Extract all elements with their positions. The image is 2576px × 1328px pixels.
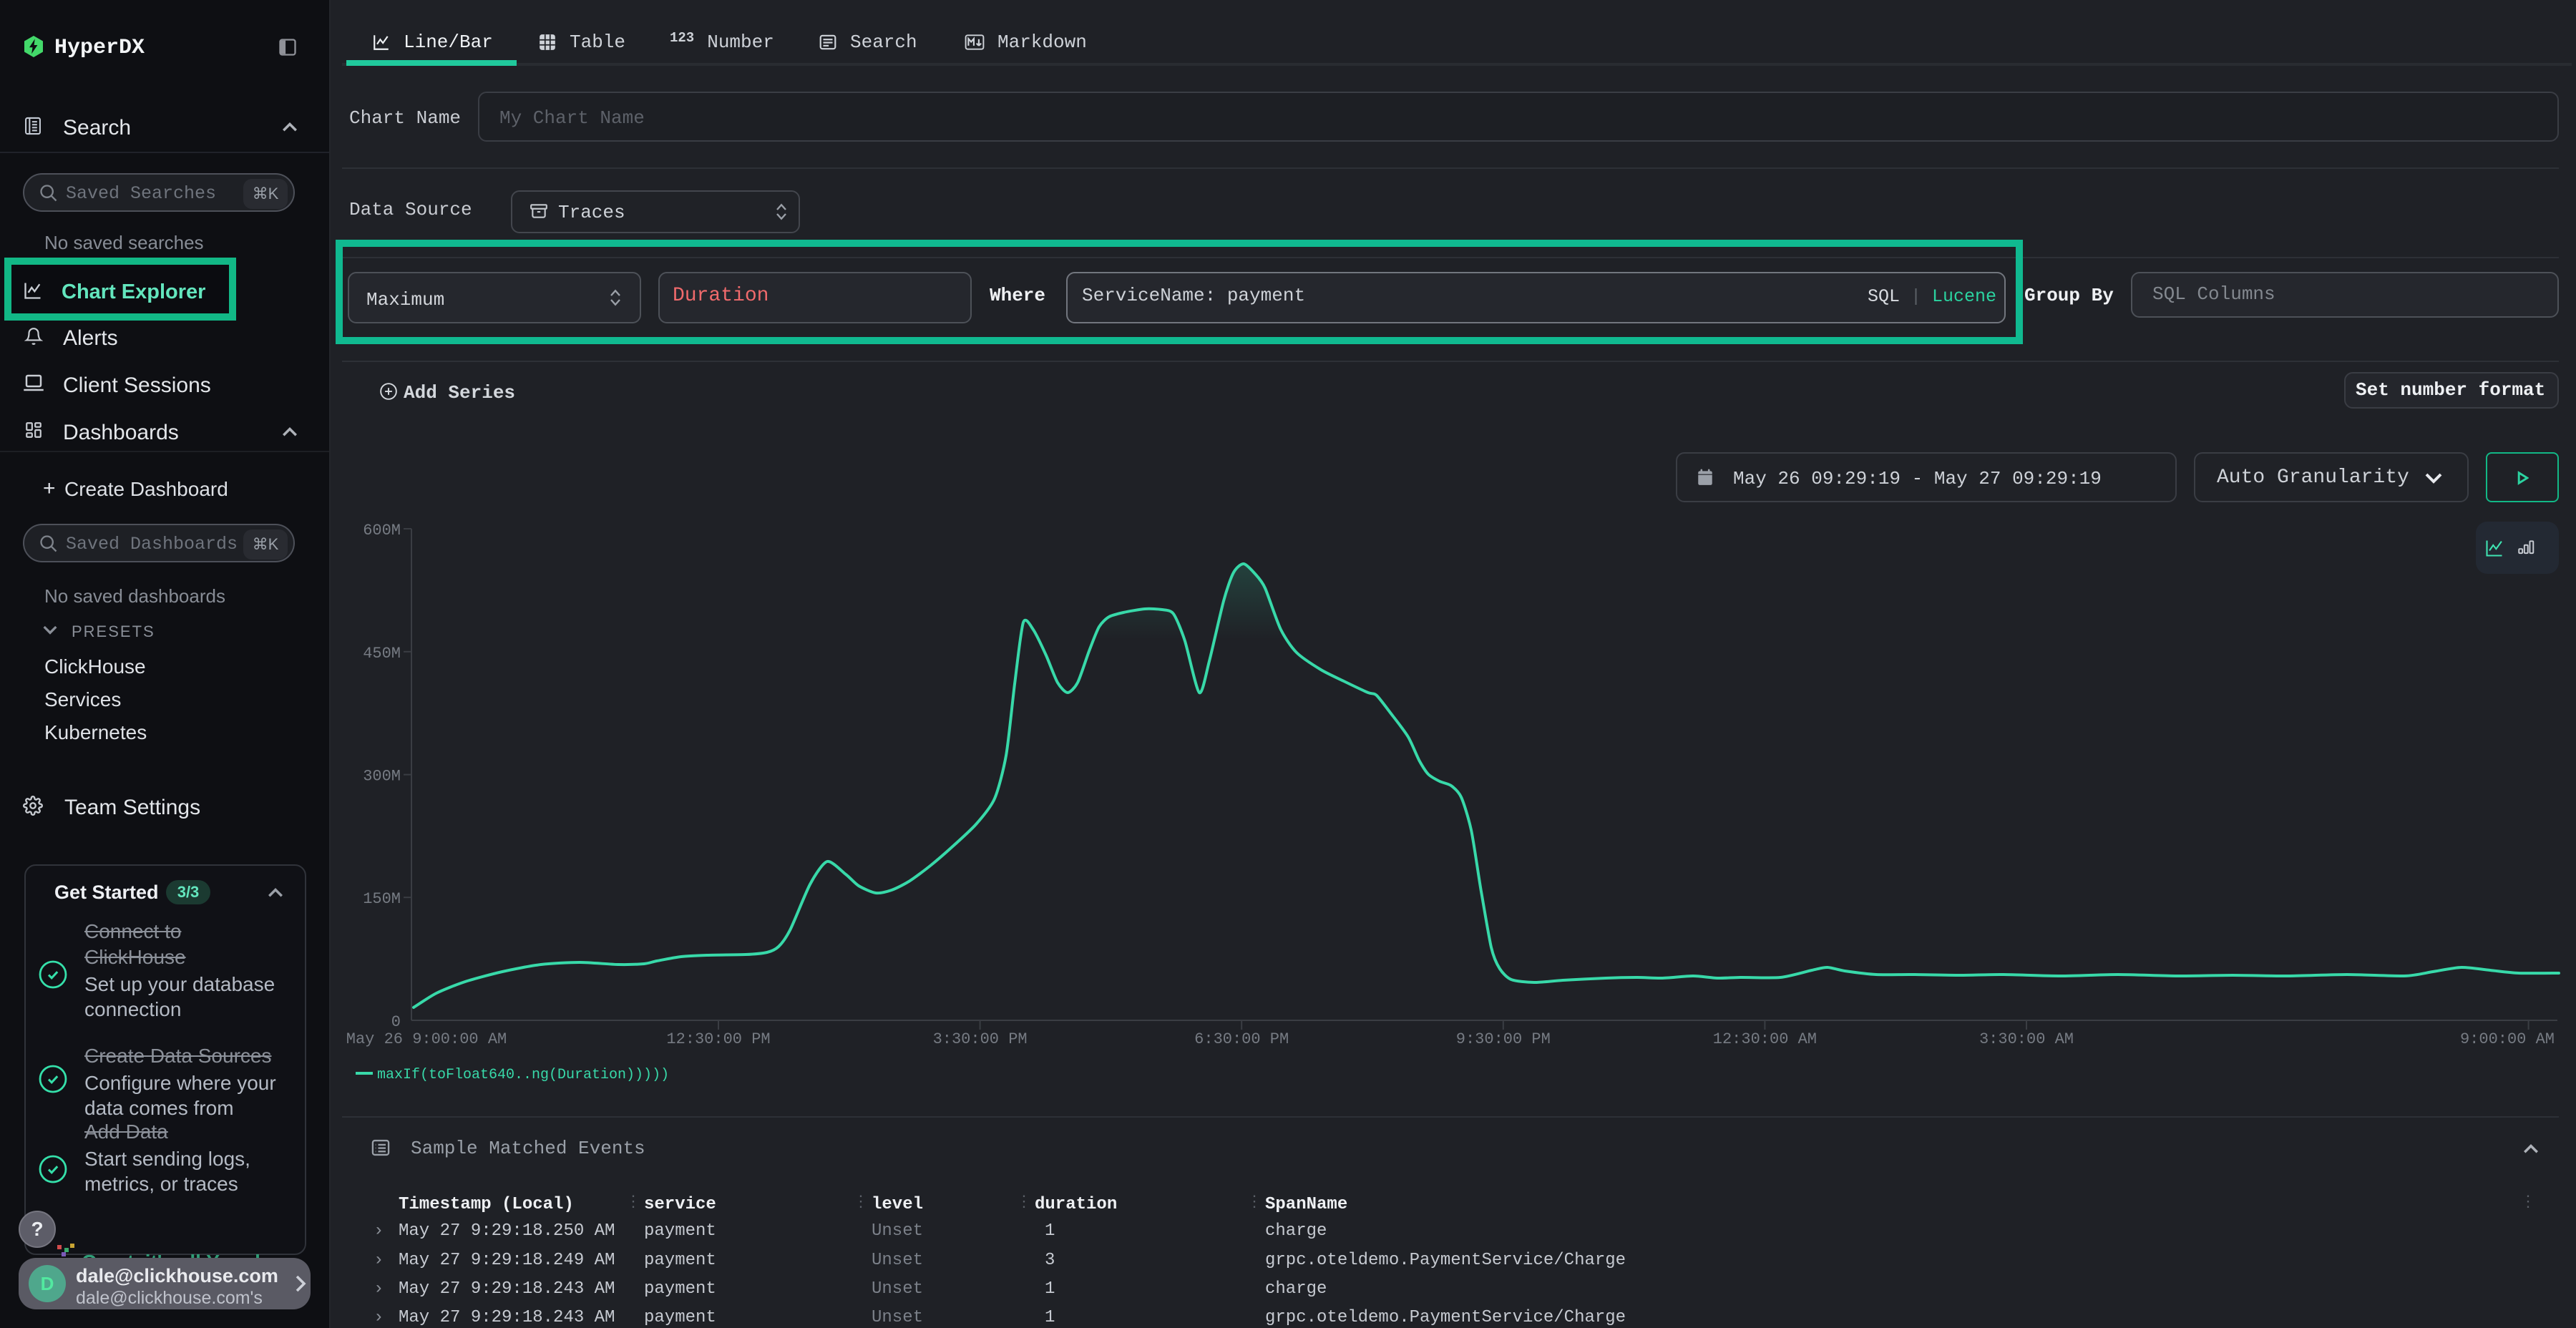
svg-text:6:30:00 PM: 6:30:00 PM [1194,1030,1289,1048]
svg-text:12:30:00 PM: 12:30:00 PM [666,1030,770,1048]
svg-text:12:30:00 AM: 12:30:00 AM [1713,1030,1817,1048]
svg-text:3:30:00 AM: 3:30:00 AM [1979,1030,2074,1048]
svg-text:9:00:00 AM: 9:00:00 AM [2460,1030,2555,1048]
svg-text:0: 0 [391,1013,401,1031]
svg-text:maxIf(toFloat640..ng(Duration): maxIf(toFloat640..ng(Duration))))) [377,1067,669,1083]
svg-text:300M: 300M [363,768,401,786]
svg-text:450M: 450M [363,645,401,663]
svg-text:9:30:00 PM: 9:30:00 PM [1456,1030,1551,1048]
svg-text:600M: 600M [363,522,401,540]
svg-text:May 26 9:00:00 AM: May 26 9:00:00 AM [346,1030,507,1048]
svg-text:150M: 150M [363,890,401,908]
svg-text:3:30:00 PM: 3:30:00 PM [933,1030,1028,1048]
